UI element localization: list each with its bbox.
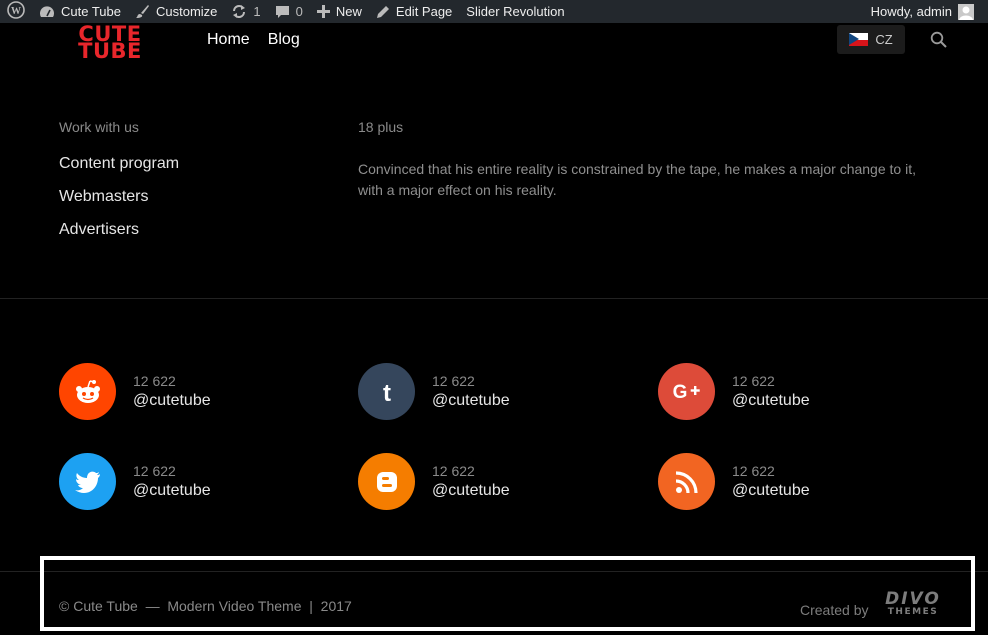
social-handle: @cutetube (432, 391, 510, 409)
social-handle: @cutetube (732, 391, 810, 409)
social-item-reddit[interactable]: 12 622 @cutetube (59, 363, 211, 420)
new-label: New (335, 4, 362, 19)
google-plus-icon: G (658, 363, 715, 420)
bottom-bar-highlight (40, 556, 975, 631)
dashboard-gauge-icon (39, 5, 55, 19)
customize-link[interactable]: Customize (128, 0, 224, 23)
social-item-tumblr[interactable]: t 12 622 @cutetube (358, 363, 510, 420)
updates-refresh-icon (231, 4, 247, 19)
wordpress-menu[interactable]: W (0, 0, 32, 23)
divo-logo-line-1: DIVO (885, 589, 941, 609)
reddit-icon (59, 363, 116, 420)
updates-link[interactable]: 1 (224, 0, 267, 23)
about-text: Convinced that his entire reality is con… (358, 161, 916, 198)
edit-page-label: Edit Page (395, 4, 453, 19)
content-program-link[interactable]: Content program (59, 154, 179, 173)
paintbrush-icon (135, 4, 150, 19)
social-handle: @cutetube (432, 481, 510, 499)
social-handle: @cutetube (133, 481, 211, 499)
wordpress-logo-icon: W (7, 1, 25, 22)
svg-text:t: t (383, 380, 391, 404)
svg-text:G: G (672, 382, 687, 403)
nav-blog-link[interactable]: Blog (268, 31, 300, 49)
greeting-label: Howdy, admin (870, 4, 952, 19)
site-name-label: Cute Tube (61, 4, 121, 19)
follower-count: 12 622 (732, 462, 775, 479)
social-item-rss[interactable]: 12 622 @cutetube (658, 453, 810, 510)
main-nav: Home Blog (207, 31, 300, 49)
advertisers-link[interactable]: Advertisers (59, 220, 179, 239)
about-title: 18 plus (358, 119, 404, 135)
comments-count: 0 (295, 4, 303, 19)
social-item-twitter[interactable]: 12 622 @cutetube (59, 453, 211, 510)
nav-home-link[interactable]: Home (207, 31, 250, 49)
rss-icon (658, 453, 715, 510)
search-icon (930, 31, 948, 53)
my-account-menu[interactable]: Howdy, admin (871, 0, 974, 23)
avatar (958, 3, 974, 20)
site-name-link[interactable]: Cute Tube (32, 0, 128, 23)
slider-revolution-link[interactable]: Slider Revolution (459, 0, 571, 23)
social-handle: @cutetube (133, 391, 211, 409)
site-logo[interactable]: CUTE TUBE (70, 24, 150, 63)
language-code: CZ (875, 32, 893, 47)
copyright-text: © Cute Tube — Modern Video Theme | 2017 (59, 598, 352, 614)
search-button[interactable] (930, 31, 948, 54)
language-switcher[interactable]: CZ (837, 25, 905, 54)
czech-flag-icon (849, 33, 869, 46)
social-item-google-plus[interactable]: G 12 622 @cutetube (658, 363, 810, 420)
new-content-link[interactable]: New (310, 0, 369, 23)
comments-link[interactable]: 0 (268, 0, 310, 23)
social-handle: @cutetube (732, 481, 810, 499)
slider-revolution-label: Slider Revolution (466, 4, 565, 19)
work-links-list: Content program Webmasters Advertisers (59, 154, 179, 253)
work-with-us-title: Work with us (59, 119, 139, 135)
follower-count: 12 622 (732, 372, 775, 389)
created-by-label: Created by (800, 602, 869, 618)
logo-line-2: TUBE (78, 39, 142, 63)
svg-text:W: W (11, 6, 21, 17)
follower-count: 12 622 (133, 462, 176, 479)
updates-count: 1 (253, 4, 261, 19)
social-item-blogger[interactable]: 12 622 @cutetube (358, 453, 510, 510)
twitter-icon (59, 453, 116, 510)
divider (0, 298, 988, 299)
follower-count: 12 622 (432, 462, 475, 479)
divo-themes-logo[interactable]: DIVO THEMES (876, 589, 950, 618)
webmasters-link[interactable]: Webmasters (59, 187, 179, 206)
pencil-icon (376, 5, 390, 19)
edit-page-link[interactable]: Edit Page (369, 0, 459, 23)
blogger-icon (358, 453, 415, 510)
plus-icon (316, 5, 330, 18)
follower-count: 12 622 (133, 372, 176, 389)
comment-bubble-icon (275, 5, 290, 19)
tumblr-icon: t (358, 363, 415, 420)
admin-bar: W Cute Tube Customize 1 0 New Edit Page … (0, 0, 988, 23)
customize-label: Customize (156, 4, 218, 19)
follower-count: 12 622 (432, 372, 475, 389)
